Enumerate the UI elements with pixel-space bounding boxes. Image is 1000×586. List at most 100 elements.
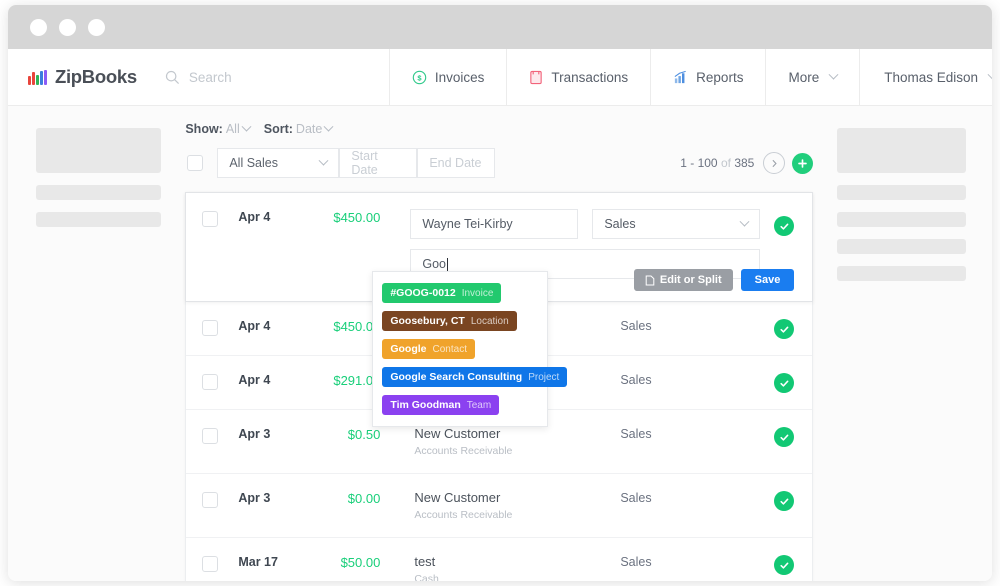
window-titlebar (8, 5, 992, 49)
account-filter-value: All Sales (229, 156, 278, 170)
tag-kind: Invoice (461, 288, 494, 299)
tag-contact: Google Contact (382, 339, 475, 359)
row-checkbox[interactable] (202, 492, 219, 508)
nav-item-transactions[interactable]: Transactions (506, 49, 650, 105)
row-checkbox[interactable] (202, 211, 219, 227)
split-icon (645, 275, 655, 285)
row-subaccount: Cash (414, 573, 439, 581)
tag-location: Goosebury, CT Location (382, 311, 517, 331)
memo-value: Goo (422, 257, 446, 271)
status-badge-reconciled[interactable] (774, 427, 795, 447)
sidebar-placeholder-bar (837, 212, 966, 227)
check-icon (780, 562, 789, 569)
window-close-dot[interactable] (30, 18, 47, 36)
nav-label-more: More (788, 69, 820, 85)
contact-name-input[interactable]: Wayne Tei-Kirby (410, 209, 579, 239)
filter-sort-value: Date (295, 122, 323, 136)
sidebar-placeholder-bar (837, 266, 966, 281)
transactions-table: Apr 4 $450.00 Wayne Tei-Kirby Sales Goo (185, 192, 814, 581)
autocomplete-option[interactable]: Google Search Consulting Project (373, 363, 568, 391)
account-select[interactable]: Sales (592, 209, 761, 239)
account-filter-select[interactable]: All Sales (217, 148, 340, 178)
receipt-icon (530, 70, 543, 84)
autocomplete-option[interactable]: Tim Goodman Team (373, 391, 547, 419)
select-all-checkbox[interactable] (187, 155, 204, 171)
row-account: Sales (620, 373, 652, 387)
tag-kind: Location (470, 316, 509, 327)
check-icon (780, 434, 789, 441)
nav-item-invoices[interactable]: $ Invoices (388, 49, 507, 105)
pager-range: 1 - 100 (680, 156, 718, 170)
brand-name: ZipBooks (54, 66, 137, 87)
bar-chart-icon (674, 70, 686, 83)
search-input[interactable] (188, 69, 389, 85)
nav-item-more[interactable]: More (765, 49, 859, 105)
status-badge-reconciled[interactable] (774, 216, 795, 236)
save-button[interactable]: Save (740, 269, 795, 291)
row-amount: $450.00 (333, 210, 381, 225)
row-description: New Customer (414, 490, 501, 505)
table-row[interactable]: Mar 17 $50.00 test Cash Sales (186, 538, 812, 581)
editor-actions: Edit or Split Save (633, 269, 795, 291)
user-name: Thomas Edison (884, 69, 979, 85)
sidebar-placeholder-block (837, 128, 966, 173)
start-date-input[interactable]: Start Date (339, 148, 418, 178)
filter-show-label: Show: (185, 122, 223, 136)
tag-label: Goosebury, CT (390, 315, 465, 327)
nav-item-reports[interactable]: Reports (650, 49, 765, 105)
sidebar-placeholder-bar (837, 239, 966, 254)
dollar-circle-icon: $ (412, 70, 427, 84)
autocomplete-dropdown[interactable]: #GOOG-0012 Invoice Goosebury, CT Locatio… (372, 271, 568, 427)
autocomplete-option[interactable]: Goosebury, CT Location (373, 307, 547, 335)
user-menu[interactable]: Thomas Edison (859, 49, 992, 105)
row-checkbox[interactable] (202, 428, 219, 444)
status-badge-reconciled[interactable] (774, 491, 795, 511)
edit-or-split-label: Edit or Split (659, 274, 722, 286)
edit-or-split-button[interactable]: Edit or Split (633, 269, 733, 291)
chevron-right-icon (772, 159, 777, 167)
row-account: Sales (620, 491, 652, 505)
filter-show[interactable]: Show: All (185, 121, 252, 136)
filter-bar: Show: All Sort: Date (185, 121, 813, 136)
tag-label: Google Search Consulting (390, 371, 523, 383)
row-date: Apr 3 (238, 491, 271, 505)
pager-total: 385 (734, 156, 755, 170)
table-row[interactable]: Apr 3 $0.00 New Customer Accounts Receiv… (186, 474, 813, 538)
tag-kind: Contact (432, 344, 467, 355)
status-badge-reconciled[interactable] (774, 373, 795, 393)
add-transaction-button[interactable] (792, 152, 814, 174)
end-date-input[interactable]: End Date (417, 148, 496, 178)
filter-sort[interactable]: Sort: Date (263, 121, 334, 136)
filter-sort-label: Sort: (263, 122, 293, 136)
status-badge-reconciled[interactable] (774, 319, 795, 339)
main-content: Show: All Sort: Date All Sales Start Date … (177, 106, 823, 581)
next-page-button[interactable] (763, 152, 786, 174)
row-checkbox[interactable] (202, 374, 219, 390)
chevron-down-icon (987, 69, 992, 80)
tag-team: Tim Goodman Team (382, 395, 500, 415)
nav-label-invoices: Invoices (434, 69, 485, 85)
row-date: Apr 4 (238, 373, 271, 387)
row-checkbox[interactable] (202, 320, 219, 336)
status-badge-reconciled[interactable] (774, 555, 795, 575)
tag-label: Tim Goodman (390, 399, 461, 411)
sidebar-placeholder-bar (36, 185, 162, 200)
table-row[interactable]: Apr 4 $450.00 Wayne Tei-Kirby Sales Goo (185, 192, 814, 427)
autocomplete-option[interactable]: #GOOG-0012 Invoice (373, 279, 547, 307)
brand-logo[interactable]: ZipBooks (8, 49, 155, 105)
window-maximize-dot[interactable] (88, 18, 105, 36)
app-body: Show: All Sort: Date All Sales Start Date … (8, 106, 992, 581)
sidebar-placeholder-bar (837, 185, 966, 200)
svg-text:$: $ (417, 73, 422, 82)
row-checkbox[interactable] (202, 556, 219, 572)
toolbar: All Sales Start Date End Date 1 - 100 of… (185, 148, 814, 178)
row-date: Apr 3 (238, 427, 271, 441)
account-select-value: Sales (604, 217, 636, 231)
search-box[interactable] (155, 49, 389, 105)
window-minimize-dot[interactable] (59, 18, 76, 36)
autocomplete-option[interactable]: Google Contact (373, 335, 547, 363)
nav-label-transactions: Transactions (551, 69, 629, 85)
nav-label-reports: Reports (696, 69, 744, 85)
chevron-down-icon (323, 121, 334, 132)
check-icon (780, 223, 789, 230)
